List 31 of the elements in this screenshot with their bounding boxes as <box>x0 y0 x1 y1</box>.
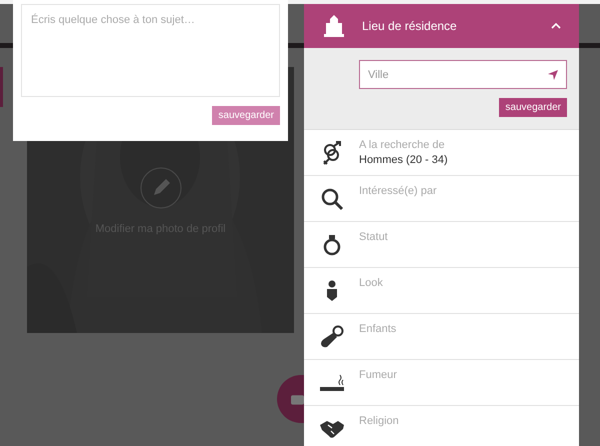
building-icon <box>322 15 346 37</box>
profile-row[interactable]: A la recherche de Hommes (20 - 34) <box>304 130 579 176</box>
save-button[interactable]: sauvegarder <box>499 98 567 117</box>
search-icon <box>320 186 344 210</box>
about-field[interactable]: Écris quelque chose à ton sujet… <box>21 4 280 97</box>
camera-icon <box>291 393 304 405</box>
location-arrow-icon[interactable] <box>548 70 558 80</box>
person-icon <box>326 280 338 302</box>
save-button[interactable]: sauvegarder <box>212 106 280 125</box>
profile-row[interactable]: Intéressé(e) par <box>304 176 579 222</box>
row-label: Fumeur <box>359 368 397 382</box>
gender-symbols-icon <box>320 140 342 164</box>
row-label: Religion <box>359 414 399 428</box>
row-label: Look <box>359 276 383 290</box>
profile-row[interactable]: Religion <box>304 406 579 446</box>
row-value: Hommes (20 - 34) <box>359 153 448 168</box>
profile-row[interactable]: Enfants <box>304 314 579 360</box>
section-title: Lieu de résidence <box>362 18 458 35</box>
ring-icon <box>322 234 340 256</box>
city-field[interactable]: Ville <box>359 60 567 89</box>
cigarette-icon <box>318 374 344 392</box>
profile-row[interactable]: Statut <box>304 222 579 268</box>
row-label: Enfants <box>359 322 396 336</box>
section-header[interactable]: Lieu de résidence <box>304 4 579 48</box>
row-label: A la recherche de <box>359 138 446 152</box>
row-label: Statut <box>359 230 388 244</box>
camera-button[interactable] <box>277 375 304 423</box>
row-label: Intéressé(e) par <box>359 184 437 198</box>
chevron-up-icon[interactable] <box>551 23 561 29</box>
profile-row[interactable]: Fumeur <box>304 360 579 406</box>
profile-row[interactable]: Look <box>304 268 579 314</box>
